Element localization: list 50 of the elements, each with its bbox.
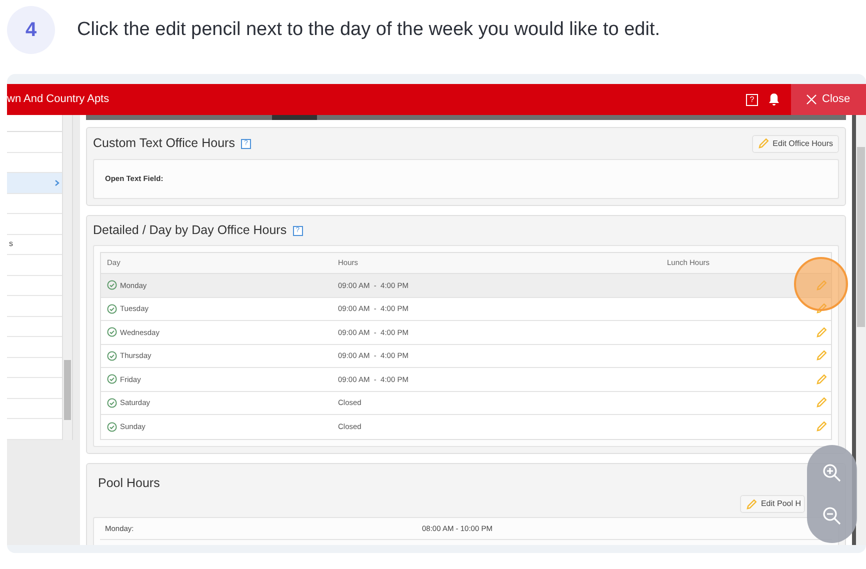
sidebar-item[interactable]	[7, 398, 62, 419]
pencil-icon	[816, 397, 827, 408]
bell-icon[interactable]	[768, 93, 780, 106]
sidebar-item[interactable]	[7, 358, 62, 378]
pencil-icon	[758, 138, 769, 149]
chevron-right-icon	[54, 178, 60, 187]
check-circle-icon	[107, 422, 117, 432]
zoom-out-icon[interactable]	[822, 506, 842, 526]
check-circle-icon	[107, 374, 117, 384]
sidebar-item[interactable]	[7, 194, 62, 214]
pencil-icon	[816, 350, 827, 362]
edit-button[interactable]	[816, 397, 827, 408]
scroll-thumb[interactable]	[857, 147, 865, 327]
card-title: Custom Text Office Hours	[93, 135, 235, 152]
check-circle-icon	[107, 280, 117, 290]
close-button[interactable]: Close	[791, 84, 866, 115]
sidebar-item[interactable]	[7, 173, 62, 194]
edit-button[interactable]	[816, 280, 827, 291]
step-instruction: Click the edit pencil next to the day of the week you would like to edit.	[77, 18, 660, 42]
pencil-icon	[816, 326, 827, 338]
pencil-icon	[746, 498, 757, 510]
edit-button[interactable]	[816, 350, 827, 362]
pencil-icon	[816, 374, 827, 385]
edit-pool-hours-button[interactable]: Edit Pool H	[740, 495, 805, 514]
card-title: Detailed / Day by Day Office Hours	[93, 222, 287, 240]
scrollbar[interactable]	[852, 115, 866, 545]
sidebar-item[interactable]	[7, 152, 62, 173]
sidebar-item[interactable]	[7, 316, 62, 337]
sidebar-item[interactable]: s	[7, 234, 62, 255]
check-circle-icon	[107, 304, 117, 314]
check-circle-icon	[107, 398, 117, 408]
check-circle-icon	[107, 350, 117, 361]
edit-button[interactable]	[816, 326, 827, 338]
pencil-icon	[816, 280, 827, 291]
app-title: wn And Country Apts	[7, 92, 110, 108]
pencil-icon	[816, 421, 827, 432]
step-number: 4	[7, 6, 55, 54]
sidebar-item[interactable]	[7, 276, 62, 296]
help-button[interactable]: ?	[746, 94, 758, 106]
close-icon	[806, 94, 817, 105]
zoom-in-icon[interactable]	[822, 462, 842, 482]
click-highlight	[794, 257, 848, 311]
pencil-icon	[816, 303, 827, 314]
edit-button[interactable]	[816, 303, 827, 314]
edit-office-hours-button[interactable]: Edit Office Hours	[752, 134, 839, 152]
edit-button[interactable]	[816, 374, 827, 385]
edit-button[interactable]	[816, 421, 827, 432]
scroll-thumb[interactable]	[64, 360, 71, 420]
check-circle-icon	[107, 327, 117, 338]
card-title: Pool Hours	[98, 474, 161, 492]
